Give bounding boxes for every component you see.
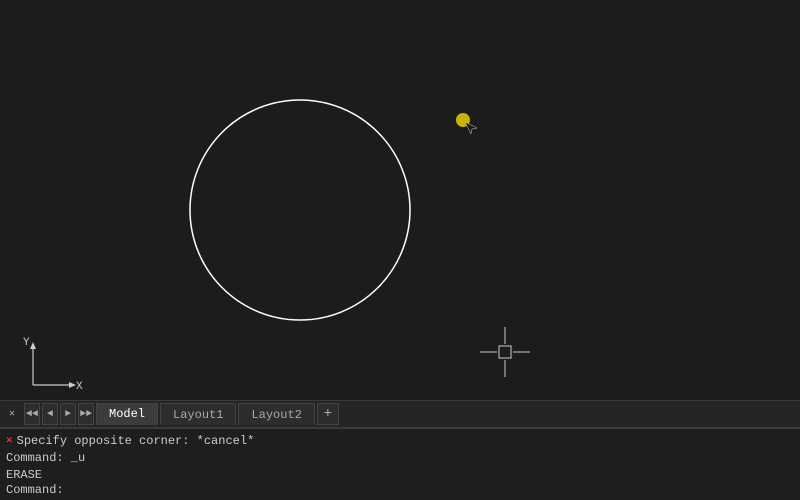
drawing-canvas: X Y — [0, 0, 800, 400]
cancel-marker: ✕ — [6, 434, 13, 449]
tab-add-button[interactable]: + — [317, 403, 339, 425]
command-line-2: Command: _u — [6, 450, 794, 467]
tab-bar: ✕ ◄◄ ◄ ► ►► Model Layout1 Layout2 + — [0, 400, 800, 428]
command-text-2: Command: _u — [6, 450, 85, 467]
svg-text:Y: Y — [23, 337, 30, 349]
tab-close-button[interactable]: ✕ — [4, 406, 20, 422]
tab-nav-start[interactable]: ◄◄ — [24, 403, 40, 425]
cad-viewport[interactable]: X Y — [0, 0, 800, 400]
command-prompt-label: Command: — [6, 483, 64, 497]
mouse-cursor — [456, 113, 477, 134]
tab-nav-next[interactable]: ► — [60, 403, 76, 425]
command-line-3: ERASE — [6, 467, 794, 484]
crosshair-cursor — [480, 327, 530, 377]
circle-shape — [190, 100, 410, 320]
tab-layout1[interactable]: Layout1 — [160, 403, 236, 425]
svg-text:X: X — [76, 381, 83, 393]
command-text-1: Specify opposite corner: *cancel* — [17, 433, 255, 450]
command-input[interactable] — [64, 483, 264, 497]
tab-nav-end[interactable]: ►► — [78, 403, 94, 425]
tab-model[interactable]: Model — [96, 403, 158, 425]
axis-indicator: X Y — [23, 337, 83, 393]
command-text-3: ERASE — [6, 467, 42, 484]
command-input-line[interactable]: Command: — [6, 483, 794, 497]
tab-layout2[interactable]: Layout2 — [238, 403, 314, 425]
command-area: ✕ Specify opposite corner: *cancel* Comm… — [0, 428, 800, 500]
tab-nav-prev[interactable]: ◄ — [42, 403, 58, 425]
command-line-1: ✕ Specify opposite corner: *cancel* — [6, 433, 794, 450]
